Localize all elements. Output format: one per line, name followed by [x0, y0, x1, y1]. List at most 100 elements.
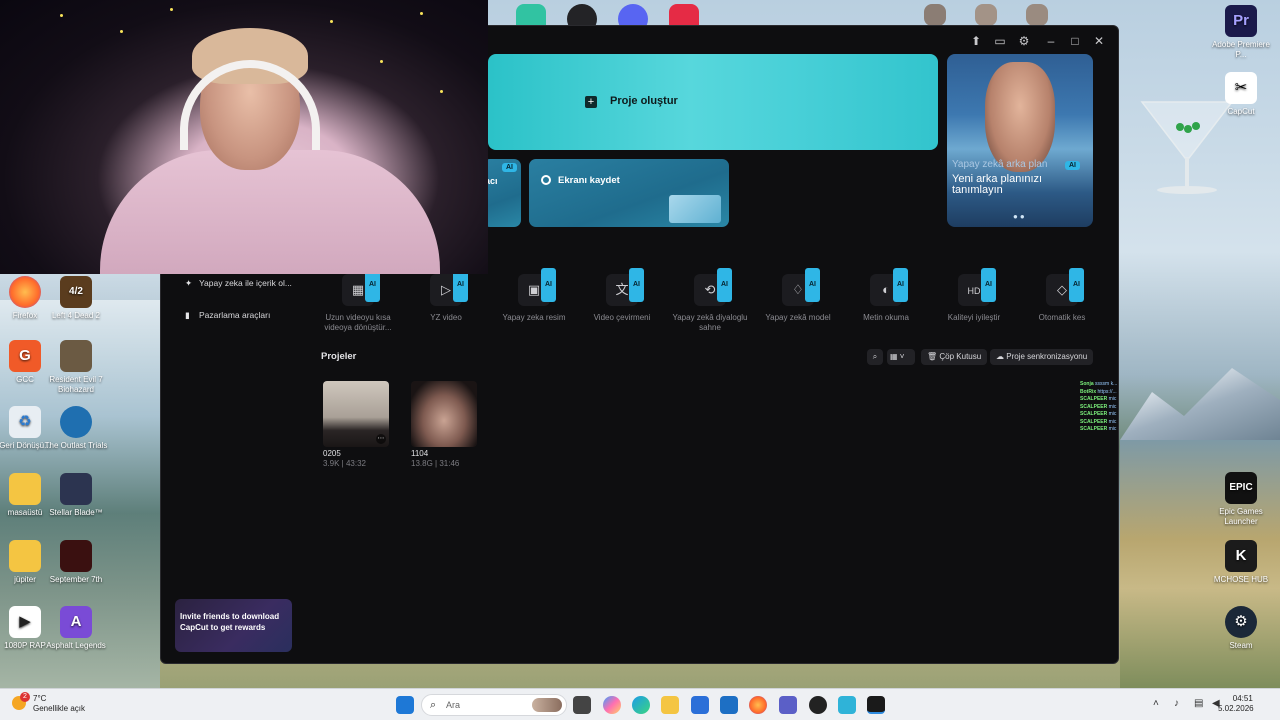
- epic-icon: EPIC: [1225, 472, 1257, 504]
- desktop-icon-stellar-blade[interactable]: Stellar Blade™: [43, 473, 109, 518]
- shirt-icon: ♢: [792, 282, 804, 297]
- mchose-icon: K: [1225, 540, 1257, 572]
- maximize-icon[interactable]: □: [1066, 34, 1084, 48]
- photo-thumbnail-icon[interactable]: [975, 4, 997, 26]
- chat-line: SCALPEER mic: [1080, 396, 1117, 402]
- trash-label: Çöp Kutusu: [939, 352, 982, 361]
- feedback-icon[interactable]: ▭: [991, 34, 1009, 48]
- minimize-icon[interactable]: –: [1042, 34, 1060, 48]
- ai-badge: AI: [541, 268, 556, 302]
- teams-icon[interactable]: [779, 696, 797, 714]
- grid-icon: ▦: [890, 352, 898, 361]
- chevron-up-icon[interactable]: ˄: [1153, 698, 1159, 709]
- tool-label: Yapay zekâ diyaloglu sahne: [672, 313, 748, 332]
- desktop-icon-september[interactable]: September 7th: [43, 540, 109, 585]
- copilot-icon[interactable]: [603, 696, 621, 714]
- file-explorer-icon[interactable]: [661, 696, 679, 714]
- record-screen-card[interactable]: Ekranı kaydet: [529, 159, 729, 227]
- desktop-icon-l4d2[interactable]: 4/2 Left 4 Dead 2: [43, 276, 109, 321]
- project-sync-button[interactable]: ☁ Proje senkronizasyonu: [990, 349, 1094, 365]
- desktop-icon-outlast[interactable]: The Outlast Trials: [43, 406, 109, 451]
- ai-background-promo-card[interactable]: Yapay zekâ arka plan AI Yeni arka planın…: [947, 54, 1093, 227]
- feature-card-partial[interactable]: acı AI: [483, 159, 521, 227]
- project-meta: 3.9K | 43:32: [323, 459, 366, 468]
- desktop-icon-label: Stellar Blade™: [49, 508, 103, 517]
- tool-text-to-speech[interactable]: ◐ AI Metin okuma: [842, 268, 930, 323]
- upload-icon[interactable]: ⬆: [967, 34, 985, 48]
- outlook-icon[interactable]: [720, 696, 738, 714]
- desktop-icon-re7[interactable]: Resident Evil 7 Biohazard: [43, 340, 109, 395]
- project-thumbnail[interactable]: [411, 381, 477, 447]
- tool-ai-image[interactable]: ▣ AI Yapay zeka resim: [490, 268, 578, 323]
- film-icon: ▦: [351, 282, 365, 297]
- microphone-icon[interactable]: ♪: [1174, 698, 1179, 709]
- chat-line: BotRix https://...: [1080, 388, 1117, 395]
- webcam-overlay: [0, 0, 488, 274]
- more-options-icon[interactable]: ⋯: [376, 434, 386, 444]
- tool-ai-dialog-scene[interactable]: ⟲ AI Yapay zekâ diyaloglu sahne: [666, 268, 754, 333]
- settings-icon[interactable]: ⚙: [1015, 34, 1033, 48]
- search-input[interactable]: ⌕ Ara: [421, 694, 567, 716]
- clock[interactable]: 04:51 5.02.2026: [1218, 694, 1254, 714]
- desktop-icon-epic[interactable]: EPIC Epic Games Launcher: [1208, 472, 1274, 527]
- record-icon: [541, 175, 551, 185]
- photo-thumbnail-icon[interactable]: [924, 4, 946, 26]
- desktop-icon-mchose[interactable]: K MCHOSE HUB: [1208, 540, 1274, 585]
- search-button[interactable]: ⌕: [867, 349, 883, 365]
- desktop-wallpaper-mountain: [1120, 368, 1280, 440]
- video-file-icon: ▶: [9, 606, 41, 638]
- project-name: 0205: [323, 449, 341, 458]
- tool-video-translator[interactable]: 文 AI Video çevirmeni: [578, 268, 666, 323]
- task-view-icon[interactable]: [573, 696, 591, 714]
- trash-icon: 🗑: [927, 352, 940, 361]
- carousel-dots[interactable]: ●●: [1013, 212, 1027, 221]
- tool-label: Metin okuma: [863, 313, 909, 322]
- close-icon[interactable]: ✕: [1090, 34, 1108, 48]
- hd-icon: HD: [967, 286, 981, 296]
- webcam-person-hoodie: [100, 150, 440, 274]
- store-icon[interactable]: [691, 696, 709, 714]
- network-icon[interactable]: ▤: [1194, 698, 1203, 709]
- sidebar-item-label: Yapay zeka ile içerik ol...: [199, 278, 292, 288]
- tool-long-to-short[interactable]: ▦ AI Uzun videoyu kısa videoya dönüştür..…: [314, 268, 402, 333]
- tool-enhance-quality[interactable]: HD AI Kaliteyi iyileştir: [930, 268, 1018, 323]
- promo-portrait-image: [985, 62, 1055, 172]
- desktop-icon-steam[interactable]: ⚙ Steam: [1208, 606, 1274, 651]
- view-toggle-button[interactable]: ▦ ˅: [887, 349, 915, 365]
- tool-label: YZ video: [430, 313, 462, 322]
- tool-ai-video[interactable]: ▷ AI YZ video: [402, 268, 490, 323]
- sidebar-item-label: Pazarlama araçları: [199, 310, 271, 320]
- search-icon: ⌕: [872, 352, 878, 361]
- tool-auto-cut[interactable]: ◇ AI Otomatik kes: [1018, 268, 1106, 323]
- ai-badge: AI: [1065, 161, 1080, 170]
- photo-thumbnail-icon[interactable]: [1026, 4, 1048, 26]
- desktop-icon-label: Adobe Premiere P...: [1212, 40, 1270, 59]
- asphalt-icon: A: [60, 606, 92, 638]
- sidebar-item-marketing[interactable]: ▮ Pazarlama araçları: [185, 310, 270, 321]
- desktop-icon-capcut[interactable]: ✂ CapCut: [1208, 72, 1274, 117]
- tool-label: Video çevirmeni: [593, 313, 651, 322]
- edge-icon[interactable]: [632, 696, 650, 714]
- capcut-taskbar-icon[interactable]: [867, 696, 885, 714]
- tool-ai-model[interactable]: ♢ AI Yapay zekâ model: [754, 268, 842, 323]
- obs-taskbar-icon[interactable]: [809, 696, 827, 714]
- sync-label: Proje senkronizasyonu: [1006, 352, 1088, 361]
- weather-widget[interactable]: 2 7°C Genellikle açık: [12, 692, 85, 714]
- notepad-icon[interactable]: [838, 696, 856, 714]
- sidebar-item-ai-content[interactable]: ✦ Yapay zeka ile içerik ol...: [185, 278, 292, 289]
- dialog-icon: ⟲: [704, 282, 716, 297]
- create-project-button[interactable]: + Proje oluştur: [488, 54, 938, 150]
- project-thumbnail[interactable]: ⋯: [323, 381, 389, 447]
- desktop-icon-premiere[interactable]: Pr Adobe Premiere P...: [1208, 5, 1274, 60]
- firefox-taskbar-icon[interactable]: [749, 696, 767, 714]
- windows-start-icon[interactable]: [396, 696, 414, 714]
- invite-friends-banner[interactable]: Invite friends to download CapCut to get…: [175, 599, 292, 652]
- chevron-down-icon: ˅: [897, 352, 905, 361]
- ai-badge: AI: [805, 268, 820, 302]
- desktop-icon-asphalt[interactable]: A Asphalt Legends: [43, 606, 109, 651]
- trash-button[interactable]: 🗑 Çöp Kutusu: [921, 349, 988, 365]
- stream-chat-overlay: Sonja ssssm k... BotRix https://... SCAL…: [1080, 381, 1117, 434]
- weather-temp: 7°C: [33, 694, 47, 703]
- sparkle-icon: ✦: [185, 278, 193, 288]
- bag-icon: ▮: [185, 310, 190, 320]
